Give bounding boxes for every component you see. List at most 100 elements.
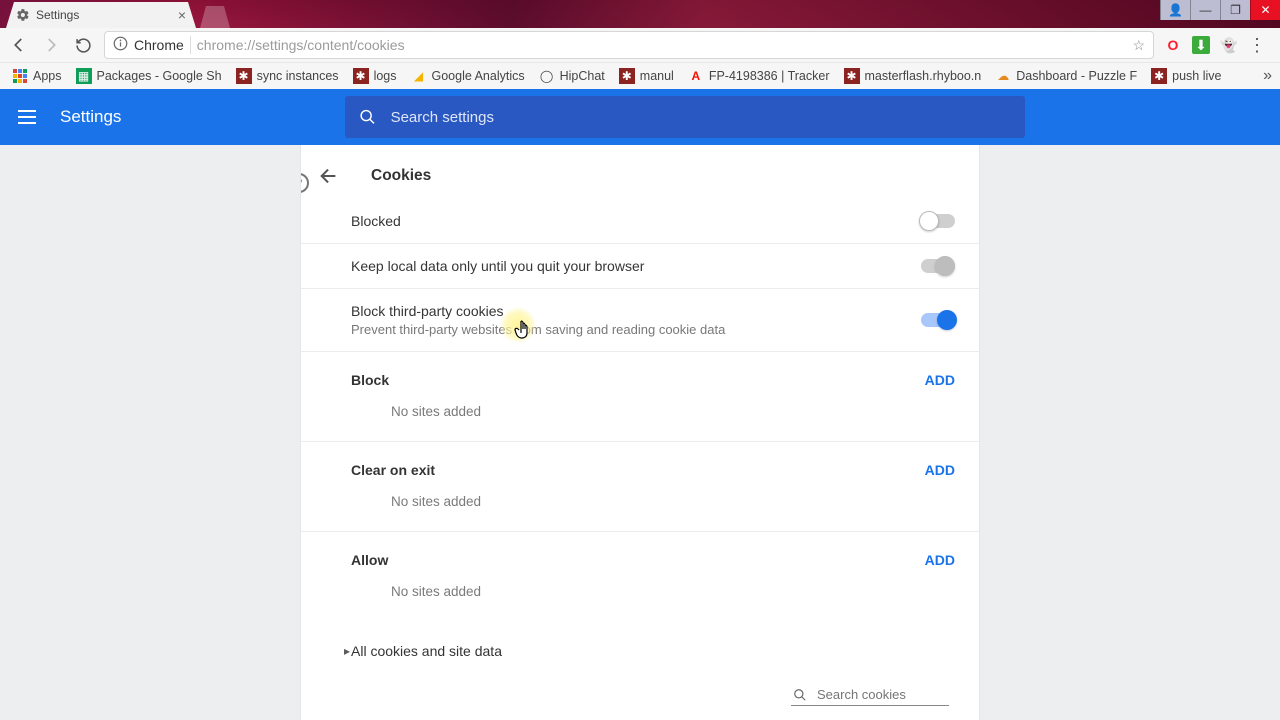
omnibox-scheme: Chrome — [134, 37, 184, 53]
bookmark-label: Dashboard - Puzzle F — [1016, 69, 1137, 83]
analytics-icon: ◢ — [411, 68, 427, 84]
adobe-icon: A — [688, 68, 704, 84]
search-icon — [793, 688, 807, 702]
block-empty: No sites added — [301, 394, 979, 442]
back-button[interactable] — [8, 36, 30, 54]
bookmark-label: sync instances — [257, 69, 339, 83]
page-title: Cookies — [371, 167, 431, 185]
bookmark-item[interactable]: ✱ manul — [615, 66, 678, 86]
toggle-keep-local[interactable] — [921, 259, 955, 273]
cookies-panel: ? Cookies ▸ Blocked ▸ Keep local data on… — [300, 145, 980, 720]
omnibox-url: chrome://settings/content/cookies — [197, 37, 405, 53]
section-title: Allow — [351, 552, 388, 568]
site-info-icon[interactable] — [113, 36, 128, 54]
section-allow: ▸ Allow ADD — [301, 532, 979, 574]
favicon-icon: ✱ — [236, 68, 252, 84]
row-label: Blocked — [351, 213, 401, 229]
toggle-third-party[interactable] — [921, 313, 955, 327]
chevron-right-icon: ▸ — [344, 644, 350, 658]
browser-tab-settings[interactable]: Settings × — [6, 2, 196, 28]
row-label: Keep local data only until you quit your… — [351, 258, 644, 274]
section-block: ▸ Block ADD — [301, 352, 979, 394]
bookmark-item[interactable]: ▦ Packages - Google Sh — [72, 66, 226, 86]
tab-title: Settings — [36, 8, 79, 22]
browser-chrome: Settings × 👤 — ❐ ✕ Chrome chrome://setti… — [0, 0, 1280, 89]
omnibox[interactable]: Chrome chrome://settings/content/cookies… — [104, 31, 1154, 59]
bookmark-label: logs — [374, 69, 397, 83]
ext-ghostery-icon[interactable]: 👻 — [1220, 36, 1238, 54]
search-settings[interactable] — [345, 96, 1025, 138]
favicon-icon: ✱ — [619, 68, 635, 84]
row-keep-local: ▸ Keep local data only until you quit yo… — [301, 244, 979, 289]
search-cookies[interactable] — [791, 684, 949, 706]
tab-close-icon[interactable]: × — [178, 7, 186, 23]
row-third-party: ▸ Block third-party cookies Prevent thir… — [301, 289, 979, 352]
bookmark-label: FP-4198386 | Tracker — [709, 69, 830, 83]
browser-menu-icon[interactable]: ⋮ — [1248, 36, 1266, 54]
add-block-button[interactable]: ADD — [925, 372, 955, 388]
section-title: Clear on exit — [351, 462, 435, 478]
bookmark-item[interactable]: ✱push live — [1147, 66, 1225, 86]
bookmark-item[interactable]: ◢ Google Analytics — [407, 66, 529, 86]
menu-icon[interactable] — [18, 110, 36, 124]
gear-icon — [16, 8, 30, 22]
bookmark-label: push live — [1172, 69, 1221, 83]
new-tab-button[interactable] — [200, 6, 230, 28]
section-title: Block — [351, 372, 389, 388]
bookmark-label: Packages - Google Sh — [97, 69, 222, 83]
bookmarks-bar: Apps ▦ Packages - Google Sh ✱ sync instanc… — [0, 62, 1280, 89]
ext-idm-icon[interactable]: ⬇ — [1192, 36, 1210, 54]
favicon-icon: ✱ — [353, 68, 369, 84]
page-content: Settings ? Cookies ▸ Blocked ▸ Ke — [0, 89, 1280, 720]
ext-opera-icon[interactable]: O — [1164, 36, 1182, 54]
clear-empty: No sites added — [301, 484, 979, 532]
reload-button[interactable] — [72, 37, 94, 54]
bookmark-star-icon[interactable]: ☆ — [1132, 37, 1145, 54]
window-controls: 👤 — ❐ ✕ — [1160, 0, 1280, 20]
bookmark-label: manul — [640, 69, 674, 83]
window-maximize-button[interactable]: ❐ — [1220, 0, 1250, 20]
bookmark-item[interactable]: ✱ logs — [349, 66, 401, 86]
bookmark-item[interactable]: ✱ sync instances — [232, 66, 343, 86]
row-label: Block third-party cookies — [351, 303, 725, 319]
allow-empty: No sites added — [301, 574, 979, 621]
bookmark-item[interactable]: ◯ HipChat — [535, 66, 609, 86]
settings-header: Settings — [0, 89, 1280, 145]
sheets-icon: ▦ — [76, 68, 92, 84]
tab-strip: Settings × 👤 — ❐ ✕ — [0, 0, 1280, 28]
forward-button[interactable] — [40, 36, 62, 54]
bookmark-item[interactable]: ☁ Dashboard - Puzzle F — [991, 66, 1141, 86]
bookmark-label: Google Analytics — [432, 69, 525, 83]
section-clear-on-exit: ▸ Clear on exit ADD — [301, 442, 979, 484]
row-blocked: ▸ Blocked — [301, 199, 979, 244]
bookmark-item[interactable]: A FP-4198386 | Tracker — [684, 66, 834, 86]
window-user-button[interactable]: 👤 — [1160, 0, 1190, 20]
row-all-cookies[interactable]: ▸ All cookies and site data — [301, 621, 979, 669]
bookmark-label: Apps — [33, 69, 62, 83]
row-sublabel: Prevent third-party websites from saving… — [351, 322, 725, 337]
puzzle-icon: ☁ — [995, 68, 1011, 84]
bookmark-apps[interactable]: Apps — [8, 66, 66, 86]
toggle-blocked[interactable] — [921, 214, 955, 228]
favicon-icon: ✱ — [844, 68, 860, 84]
add-allow-button[interactable]: ADD — [925, 552, 955, 568]
window-close-button[interactable]: ✕ — [1250, 0, 1280, 20]
hipchat-icon: ◯ — [539, 68, 555, 84]
bookmark-label: masterflash.rhyboo.n — [865, 69, 982, 83]
settings-body: ? Cookies ▸ Blocked ▸ Keep local data on… — [0, 145, 1280, 720]
window-minimize-button[interactable]: — — [1190, 0, 1220, 20]
bookmarks-overflow-icon[interactable]: » — [1263, 67, 1272, 85]
back-arrow-icon[interactable] — [307, 165, 351, 187]
apps-icon — [12, 68, 28, 84]
settings-title: Settings — [60, 107, 121, 127]
add-clear-button[interactable]: ADD — [925, 462, 955, 478]
search-settings-input[interactable] — [391, 109, 1012, 126]
panel-header: Cookies — [301, 145, 979, 199]
search-cookies-input[interactable] — [817, 687, 947, 702]
toolbar: Chrome chrome://settings/content/cookies… — [0, 28, 1280, 62]
search-icon — [359, 108, 376, 126]
omnibox-divider — [190, 36, 191, 54]
all-cookies-label: All cookies and site data — [351, 643, 502, 659]
bookmark-label: HipChat — [560, 69, 605, 83]
bookmark-item[interactable]: ✱ masterflash.rhyboo.n — [840, 66, 986, 86]
